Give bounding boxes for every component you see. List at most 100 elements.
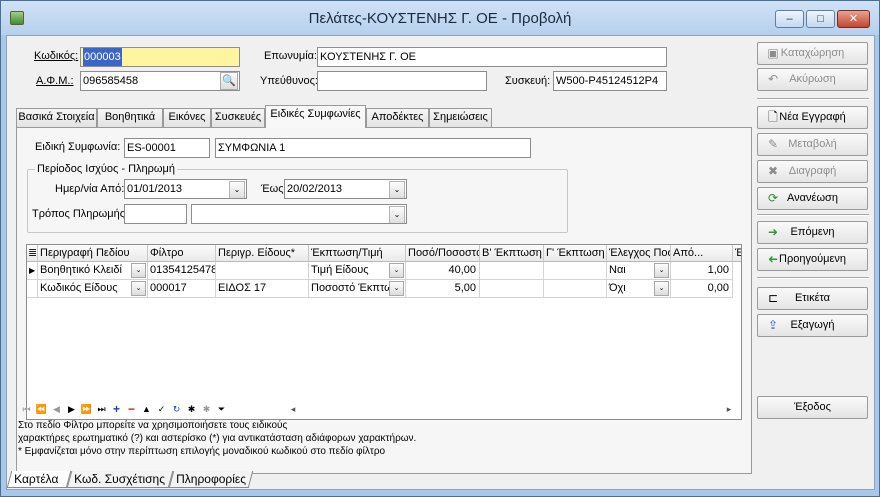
table-cell[interactable]: Κωδικός Είδους ⌄ <box>38 280 148 298</box>
table-cell[interactable]: ΕΙΔΟΣ 17 <box>216 280 309 298</box>
tab-related-codes[interactable]: Κωδ. Συσχέτισης <box>66 471 174 488</box>
chevron-down-icon[interactable]: ⌄ <box>389 181 405 198</box>
undo-icon: ↶ <box>767 72 779 86</box>
table-cell[interactable] <box>544 262 607 280</box>
table-cell[interactable]: 0,00 <box>671 280 733 298</box>
first-page-icon[interactable]: ⏮ <box>19 402 34 417</box>
table-cell[interactable] <box>480 262 544 280</box>
table-cell[interactable]: Τιμή Είδους ⌄ <box>309 262 406 280</box>
minimize-button[interactable]: – <box>775 10 804 28</box>
refresh-icon[interactable]: ↻ <box>169 402 184 417</box>
afm-label: Α.Φ.Μ.: <box>36 75 74 87</box>
grid-header[interactable]: Γ' Έκπτωση <box>544 245 607 262</box>
last-page-icon[interactable]: ⏭ <box>94 402 109 417</box>
close-button[interactable]: ✕ <box>837 10 870 28</box>
table-cell[interactable] <box>544 280 607 298</box>
table-cell[interactable]: 40,00 <box>406 262 480 280</box>
period-title: Περίοδος Ισχύος - Πληρωμή <box>35 163 177 175</box>
chevron-down-icon[interactable]: ⌄ <box>131 263 146 278</box>
asterisk-icon[interactable]: ✱ <box>184 402 199 417</box>
app-window: Πελάτες-ΚΟΥΣΤΕΝΗΣ Γ. ΟΕ - Προβολή – □ ✕ … <box>0 0 880 497</box>
remove-icon[interactable]: − <box>124 402 139 417</box>
agreement-code-field[interactable]: ES-00001 <box>124 138 210 158</box>
check-icon[interactable]: ✓ <box>154 402 169 417</box>
tab-auxiliary[interactable]: Βοηθητικά <box>97 108 163 127</box>
new-record-button[interactable]: 🗋 Νέα Εγγραφή <box>757 106 868 129</box>
add-icon[interactable]: + <box>109 402 124 417</box>
refresh-button[interactable]: ⟳ Ανανέωση <box>757 187 868 210</box>
title-bar[interactable]: Πελάτες-ΚΟΥΣΤΕΝΗΣ Γ. ΟΕ - Προβολή – □ ✕ <box>1 1 879 35</box>
filter-icon[interactable]: ⏷ <box>214 402 229 417</box>
exit-button[interactable]: Έξοδος <box>757 396 868 419</box>
previous-button[interactable]: ➜ Προηγούμενη <box>757 248 868 271</box>
maximize-button[interactable]: □ <box>806 10 835 28</box>
device-field[interactable]: W500-P45124512P4 <box>553 71 667 91</box>
payment-method-select[interactable]: ⌄ <box>191 204 407 224</box>
table-cell[interactable]: 01354125478 <box>148 262 216 280</box>
prev-page-icon[interactable]: ⏪ <box>34 402 49 417</box>
scroll-left-icon[interactable]: ◂ <box>287 402 299 417</box>
grid-header[interactable]: Περιγρ. Είδους* <box>216 245 309 262</box>
table-cell[interactable]: Όχι ⌄ <box>607 280 671 298</box>
payment-code-field[interactable] <box>124 204 187 224</box>
agreement-name-field[interactable]: ΣΥΜΦΩΝΙΑ 1 <box>215 138 531 158</box>
code-field[interactable]: 000003 <box>80 47 240 67</box>
chevron-down-icon[interactable]: ⌄ <box>389 281 404 296</box>
tab-notes[interactable]: Σημειώσεις <box>429 108 492 127</box>
exit-label: Έξοδος <box>794 401 831 413</box>
table-cell[interactable]: Ποσοστό Έκπτωσης⌄ <box>309 280 406 298</box>
grid-header[interactable]: Β' Έκπτωση <box>480 245 544 262</box>
grid-header[interactable]: Ποσό/Ποσοστό <box>406 245 480 262</box>
grid-header[interactable]: Φίλτρο <box>148 245 216 262</box>
tab-recipients[interactable]: Αποδέκτες <box>366 108 429 127</box>
next-button[interactable]: ➜ Επόμενη <box>757 221 868 244</box>
save-button[interactable]: ▣ Καταχώρηση <box>757 42 868 65</box>
table-cell[interactable] <box>216 262 309 280</box>
manager-field[interactable] <box>317 71 487 91</box>
delete-button[interactable]: ✖ Διαγραφή <box>757 160 868 183</box>
table-cell[interactable]: 000017 <box>148 280 216 298</box>
tab-info[interactable]: Πληροφορίες <box>168 471 254 488</box>
table-cell[interactable]: 1,00 <box>671 262 733 280</box>
from-date-field[interactable]: 01/01/2013 ⌄ <box>124 179 247 199</box>
chevron-down-icon[interactable]: ⌄ <box>389 206 405 223</box>
chevron-down-icon[interactable]: ⌄ <box>131 281 146 296</box>
grid-header[interactable]: Περιγραφή Πεδίου <box>38 245 148 262</box>
grid-corner: ≣ <box>27 245 38 262</box>
label-button[interactable]: ⊏ Ετικέτα <box>757 287 868 310</box>
scroll-right-icon[interactable]: ▸ <box>723 402 735 417</box>
from-label: Ημερ/νία Από: <box>55 183 125 195</box>
chevron-down-icon[interactable]: ⌄ <box>389 263 404 278</box>
afm-field[interactable]: 096585458 <box>80 71 240 91</box>
tab-devices[interactable]: Συσκευές <box>211 108 265 127</box>
grid-header[interactable]: Έλεγχος Ποσ. <box>607 245 671 262</box>
table-cell[interactable]: 5,00 <box>406 280 480 298</box>
export-button[interactable]: ⇪ Εξαγωγή <box>757 314 868 337</box>
table-cell[interactable]: Ναι ⌄ <box>607 262 671 280</box>
chevron-down-icon[interactable]: ⌄ <box>229 181 245 198</box>
grid-header[interactable]: Έκπτωση/Τιμή <box>309 245 406 262</box>
to-date-field[interactable]: 20/02/2013 ⌄ <box>284 179 407 199</box>
tab-images[interactable]: Εικόνες <box>163 108 211 127</box>
chevron-down-icon[interactable]: ⌄ <box>654 263 669 278</box>
chevron-down-icon[interactable]: ⌄ <box>654 281 669 296</box>
move-up-icon[interactable]: ▲ <box>139 402 154 417</box>
prev-record-icon[interactable]: ◀ <box>49 402 64 417</box>
table-cell[interactable] <box>480 280 544 298</box>
grid-header[interactable]: Έ <box>733 245 741 262</box>
edit-label: Μεταβολή <box>788 138 837 150</box>
tab-card[interactable]: Καρτέλα <box>6 471 72 488</box>
tab-basic[interactable]: Βασικά Στοιχεία <box>16 108 97 127</box>
refresh-label: Ανανέωση <box>787 192 838 204</box>
next-page-icon[interactable]: ⏩ <box>79 402 94 417</box>
edit-button[interactable]: ✎ Μεταβολή <box>757 133 868 156</box>
next-record-icon[interactable]: ▶ <box>64 402 79 417</box>
bookmark-icon[interactable]: ✱ <box>199 402 214 417</box>
name-field[interactable]: ΚΟΥΣΤΕΝΗΣ Γ. ΟΕ <box>317 47 667 67</box>
search-icon[interactable]: 🔍 <box>220 72 238 90</box>
table-cell[interactable]: Βοηθητικό Κλειδί ⌄ <box>38 262 148 280</box>
label-label: Ετικέτα <box>794 292 831 304</box>
grid-header[interactable]: Από... <box>671 245 733 262</box>
cancel-button[interactable]: ↶ Ακύρωση <box>757 68 868 91</box>
tab-special-agreements[interactable]: Ειδικές Συμφωνίες <box>265 105 366 128</box>
